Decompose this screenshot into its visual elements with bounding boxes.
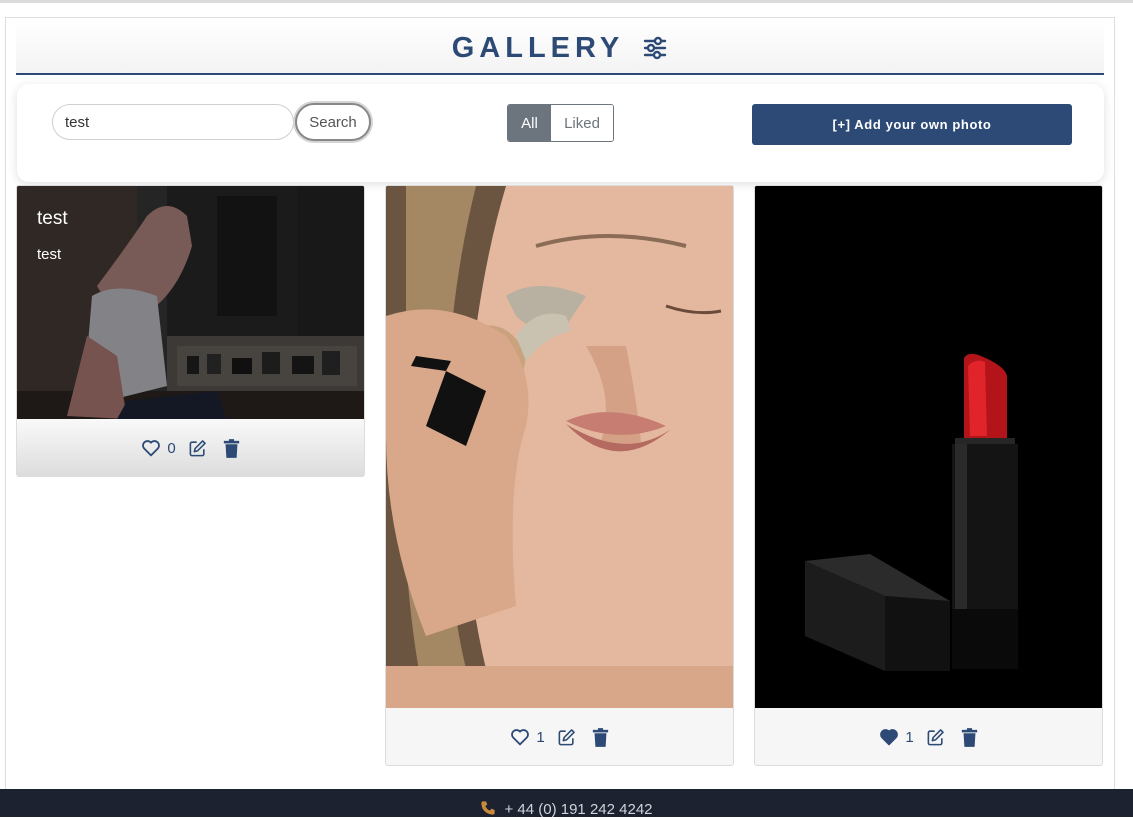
search-input[interactable] (52, 104, 294, 140)
search-button[interactable]: Search (295, 103, 371, 141)
header-rule (16, 73, 1104, 75)
heart-outline-icon[interactable] (141, 439, 161, 457)
top-strip (0, 0, 1133, 3)
trash-icon[interactable] (223, 438, 240, 458)
card-title: test (37, 208, 68, 229)
card-description: test (37, 246, 62, 263)
card-actions: 1 (755, 708, 1102, 765)
edit-icon[interactable] (188, 439, 207, 458)
like-count: 1 (905, 728, 914, 746)
gallery-card: test test 0 (16, 185, 365, 477)
like-count: 0 (167, 439, 176, 457)
card-actions: 0 (17, 419, 364, 476)
phone-icon (480, 800, 496, 820)
page-title: GALLERY (451, 31, 625, 64)
gallery-card: 1 (385, 185, 734, 766)
card-photo[interactable] (755, 186, 1102, 708)
heart-outline-icon[interactable] (510, 728, 530, 746)
like-count: 1 (536, 728, 545, 746)
card-photo[interactable] (386, 186, 733, 708)
toolbar: Search All Liked [+] Add your own photo (17, 84, 1104, 182)
card-photo[interactable]: test test (17, 186, 364, 419)
trash-icon[interactable] (592, 727, 609, 747)
filter-liked-button[interactable]: Liked (551, 105, 613, 141)
edit-icon[interactable] (926, 728, 945, 747)
heart-filled-icon[interactable] (879, 728, 899, 746)
sliders-icon[interactable] (642, 35, 668, 61)
card-actions: 1 (386, 708, 733, 765)
page-footer: + 44 (0) 191 242 4242 (0, 789, 1133, 820)
filter-all-button[interactable]: All (508, 105, 551, 141)
filter-toggle: All Liked (507, 104, 614, 142)
edit-icon[interactable] (557, 728, 576, 747)
gallery-card: 1 (754, 185, 1103, 766)
page-header: GALLERY (16, 18, 1104, 74)
add-photo-button[interactable]: [+] Add your own photo (752, 104, 1072, 145)
trash-icon[interactable] (961, 727, 978, 747)
footer-phone-number[interactable]: + 44 (0) 191 242 4242 (504, 801, 652, 818)
